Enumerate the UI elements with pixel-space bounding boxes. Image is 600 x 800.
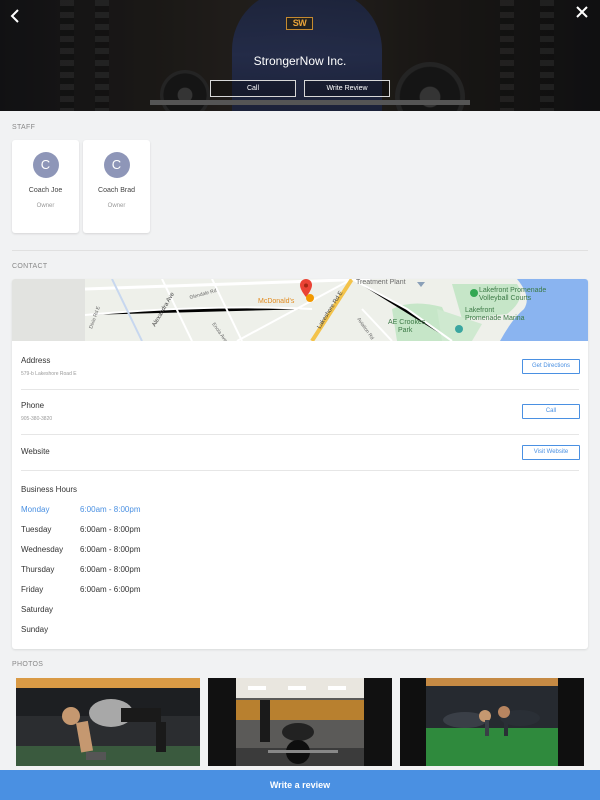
hero-write-review-button[interactable]: Write Review (304, 80, 390, 97)
hours-row: Sunday (21, 625, 80, 634)
map-label-ae-crookes-1: AE Crookes (388, 319, 426, 326)
gym-photo[interactable] (16, 678, 200, 766)
staff-name: Coach Joe (28, 187, 63, 194)
close-icon (576, 6, 588, 18)
staff-card[interactable]: C Coach Brad Owner (83, 140, 150, 233)
address-label: Address (21, 356, 51, 365)
photos-section-label: PHOTOS (12, 661, 44, 668)
phone-label: Phone (21, 401, 45, 410)
hours-row: Friday 6:00am - 6:00pm (21, 585, 140, 594)
map-canvas: Treatment Plant Lakefront Promenade Voll… (12, 279, 588, 341)
staff-role: Owner (107, 203, 126, 209)
map-label-ae-crookes-2: Park (398, 327, 413, 334)
hours-day: Saturday (21, 605, 54, 614)
photo-image (400, 678, 584, 766)
staff-card[interactable]: C Coach Joe Owner (12, 140, 79, 233)
hours-time: 6:00am - 8:00pm (80, 505, 141, 514)
close-button[interactable] (572, 4, 592, 24)
avatar: C (103, 152, 130, 178)
business-hours-title: Business Hours (21, 485, 78, 494)
hours-row: Monday 6:00am - 8:00pm (21, 505, 140, 514)
section-divider (12, 250, 588, 251)
hours-row: Thursday 6:00am - 8:00pm (21, 565, 140, 574)
chevron-left-icon (10, 9, 19, 23)
hours-row: Tuesday 6:00am - 8:00pm (21, 525, 140, 534)
location-map[interactable]: Treatment Plant Lakefront Promenade Voll… (12, 279, 588, 341)
back-button[interactable] (6, 6, 26, 26)
staff-role: Owner (36, 203, 55, 209)
hours-day: Thursday (21, 565, 55, 574)
hours-day: Wednesday (21, 545, 64, 554)
hours-day: Sunday (21, 625, 49, 634)
map-label-mcdonalds: McDonald's (258, 298, 295, 305)
contact-section-label: CONTACT (12, 263, 48, 270)
row-divider (21, 470, 579, 471)
gym-photo[interactable] (208, 678, 392, 766)
row-divider (21, 434, 579, 435)
staff-section-label: STAFF (12, 124, 36, 131)
website-label: Website (21, 447, 50, 456)
hero-banner: SW StrongerNow Inc. Call Write Review (0, 0, 600, 111)
hours-row: Wednesday 6:00am - 8:00pm (21, 545, 140, 554)
phone-value: 905-380-3820 (21, 416, 53, 422)
hours-row: Saturday (21, 605, 80, 614)
hours-time: 6:00am - 8:00pm (80, 565, 141, 574)
hours-day: Tuesday (21, 525, 52, 534)
business-name: StrongerNow Inc. (253, 54, 347, 68)
call-button[interactable]: Call (522, 404, 580, 419)
map-label-marina-1: Lakefront (465, 307, 494, 314)
get-directions-button[interactable]: Get Directions (522, 359, 580, 374)
hours-time: 6:00am - 6:00pm (80, 585, 141, 594)
gym-photo[interactable] (400, 678, 584, 766)
business-logo: SW (286, 17, 313, 30)
map-label-volleyball-1: Lakefront Promenade (479, 287, 546, 294)
map-label-volleyball-2: Volleyball Courts (479, 295, 532, 302)
row-divider (21, 389, 579, 390)
contact-card: Treatment Plant Lakefront Promenade Voll… (12, 279, 588, 649)
hours-day: Friday (21, 585, 44, 594)
hero-call-button[interactable]: Call (210, 80, 296, 97)
hours-time: 6:00am - 8:00pm (80, 525, 141, 534)
map-label-treatment-plant: Treatment Plant (356, 279, 406, 286)
hours-day: Monday (21, 505, 50, 514)
staff-name: Coach Brad (98, 187, 135, 194)
photo-image (16, 678, 200, 766)
visit-website-button[interactable]: Visit Website (522, 445, 580, 460)
avatar: C (32, 152, 59, 178)
address-value: 579-b Lakeshore Road E (21, 371, 77, 377)
map-label-marina-2: Promenade Marina (465, 315, 525, 322)
hours-time: 6:00am - 8:00pm (80, 545, 141, 554)
photo-image (208, 678, 392, 766)
write-review-button[interactable]: Write a review (0, 770, 600, 800)
